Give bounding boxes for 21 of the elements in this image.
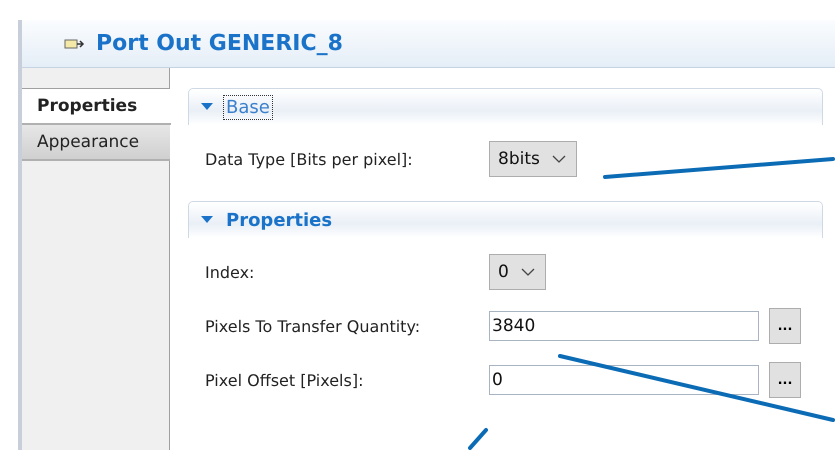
collapse-arrow-icon[interactable] [201, 103, 213, 111]
browse-button[interactable]: ... [769, 362, 801, 398]
port-out-icon [64, 38, 86, 50]
field-label: Index: [205, 262, 256, 282]
panel-title: Port Out GENERIC_8 [96, 31, 343, 56]
text-field[interactable]: 0 [489, 365, 759, 395]
text-field[interactable]: 3840 [489, 311, 759, 341]
tab[interactable]: Properties [22, 89, 171, 125]
field-label: Data Type [Bits per pixel]: [205, 150, 414, 168]
field-label: Pixels To Transfer Quantity: [205, 316, 422, 336]
dropdown[interactable]: 0 [489, 254, 546, 290]
section-title[interactable]: Properties [223, 208, 336, 232]
chevron-down-icon [552, 155, 566, 163]
field-label: Pixel Offset [Pixels]: [205, 370, 364, 390]
section-title[interactable]: Base [223, 94, 273, 120]
tab[interactable]: Appearance [22, 125, 170, 161]
leader-line [468, 428, 488, 450]
collapse-arrow-icon[interactable] [201, 216, 213, 224]
dropdown[interactable]: 8bits [489, 141, 577, 177]
chevron-down-icon [520, 268, 535, 276]
browse-button[interactable]: ... [769, 308, 801, 344]
